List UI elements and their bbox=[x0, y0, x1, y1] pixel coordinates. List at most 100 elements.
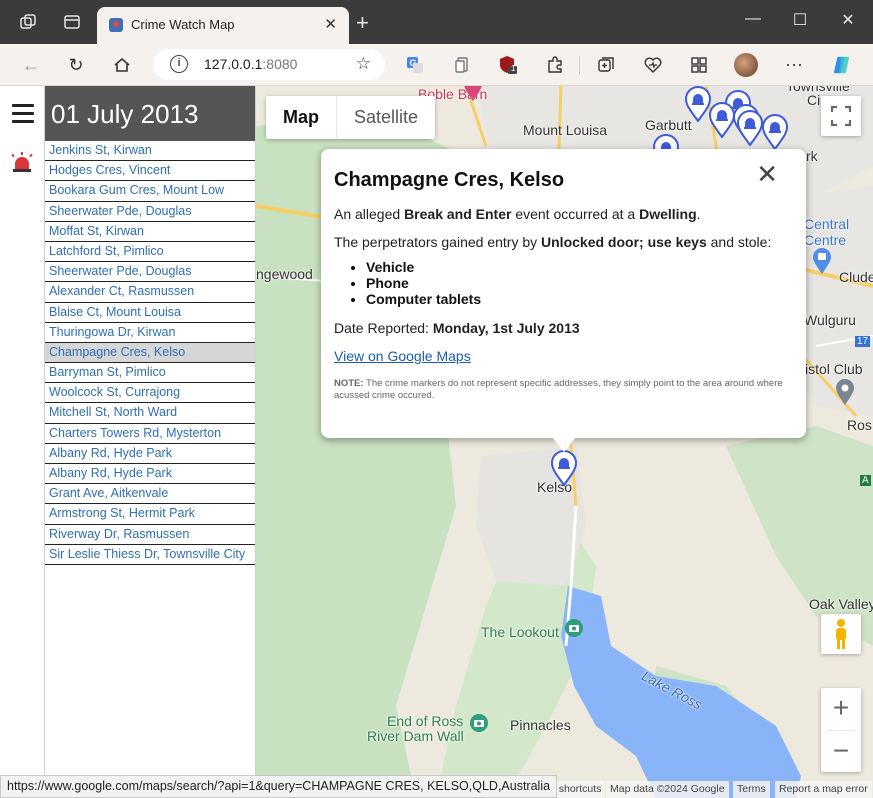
browser-essentials-icon[interactable] bbox=[643, 55, 663, 75]
crime-list-item[interactable]: Hodges Cres, Vincent bbox=[45, 161, 255, 182]
crime-list-item[interactable]: Latchford St, Pimlico bbox=[45, 242, 255, 263]
crime-list-item[interactable]: Bookara Gum Cres, Mount Low bbox=[45, 181, 255, 202]
crime-marker-icon[interactable] bbox=[736, 110, 764, 147]
popup-close-icon[interactable]: ✕ bbox=[756, 161, 778, 187]
crime-list-item[interactable]: Moffat St, Kirwan bbox=[45, 222, 255, 242]
collections-icon[interactable] bbox=[596, 55, 616, 75]
tab-crime-watch-map[interactable]: Crime Watch Map ✕ bbox=[97, 7, 349, 44]
crime-list-item[interactable]: Mitchell St, North Ward bbox=[45, 403, 255, 424]
browser-toolbar: ← ↻ i 127.0.0.1:8080 ☆ G 1 ⋯ bbox=[0, 44, 873, 86]
camera-poi-icon[interactable] bbox=[564, 618, 584, 638]
map-label-river-dam-wall: River Dam Wall bbox=[367, 728, 464, 744]
pink-poi-icon[interactable] bbox=[463, 86, 483, 102]
crime-marker-icon[interactable] bbox=[550, 450, 578, 487]
tab-title: Crime Watch Map bbox=[131, 17, 235, 32]
stolen-item: Vehicle bbox=[366, 259, 793, 275]
tab-actions-icon[interactable] bbox=[61, 11, 83, 33]
minimize-icon[interactable]: — bbox=[743, 10, 763, 28]
status-bar-url: https://www.google.com/maps/search/?api=… bbox=[0, 775, 558, 798]
map-label-wulguru: Wulguru bbox=[804, 312, 856, 328]
popup-premises: Dwelling bbox=[639, 206, 697, 222]
home-icon[interactable] bbox=[110, 53, 134, 77]
crime-list-item[interactable]: Woolcock St, Currajong bbox=[45, 383, 255, 404]
crime-list-item[interactable]: Barryman St, Pimlico bbox=[45, 363, 255, 384]
crime-list-item[interactable]: Alexander Ct, Rasmussen bbox=[45, 282, 255, 303]
map-label-rk: rk bbox=[806, 148, 818, 164]
address-bar[interactable]: i 127.0.0.1:8080 ☆ bbox=[153, 49, 385, 80]
new-tab-icon[interactable]: + bbox=[356, 10, 369, 36]
apps-icon[interactable] bbox=[689, 55, 709, 75]
extensions-puzzle-icon[interactable] bbox=[545, 55, 565, 75]
crime-info-popup: ✕ Champagne Cres, Kelso An alleged Break… bbox=[321, 149, 806, 452]
crime-list-item[interactable]: Riverway Dr, Rasmussen bbox=[45, 525, 255, 545]
translate-icon[interactable]: G bbox=[405, 55, 425, 75]
map-data-attribution: Map data ©2024 Google bbox=[606, 781, 729, 798]
extension-badge: 1 bbox=[511, 64, 516, 73]
zoom-control: + − bbox=[821, 688, 861, 772]
popup-entry-line: The perpetrators gained entry by Unlocke… bbox=[334, 234, 772, 250]
road-shield-17: 17 bbox=[855, 336, 871, 347]
crime-list-item[interactable]: Grant Ave, Aitkenvale bbox=[45, 484, 255, 505]
browser-tab-bar: Crime Watch Map ✕ + — ☐ ✕ bbox=[0, 0, 873, 44]
more-menu-icon[interactable]: ⋯ bbox=[784, 55, 804, 75]
extension-doc-icon[interactable] bbox=[452, 55, 472, 75]
crime-list-item[interactable]: Albany Rd, Hyde Park bbox=[45, 464, 255, 485]
street-view-pegman[interactable] bbox=[821, 614, 861, 654]
popup-date-value: Monday, 1st July 2013 bbox=[432, 320, 580, 336]
toolbar-divider bbox=[579, 56, 580, 74]
profile-avatar[interactable] bbox=[734, 53, 758, 77]
popup-date-line: Date Reported: Monday, 1st July 2013 bbox=[334, 320, 580, 336]
workspaces-icon[interactable] bbox=[17, 11, 39, 33]
crime-list-item[interactable]: Charters Towers Rd, Mysterton bbox=[45, 424, 255, 444]
map-type-satellite-button[interactable]: Satellite bbox=[336, 96, 435, 139]
shopping-poi-icon[interactable] bbox=[812, 247, 832, 275]
map-label-clude: Clude bbox=[839, 269, 873, 285]
maximize-icon[interactable]: ☐ bbox=[790, 10, 810, 30]
app-left-strip bbox=[0, 86, 45, 776]
map-label-pinnacles: Pinnacles bbox=[510, 717, 571, 733]
close-window-icon[interactable]: ✕ bbox=[838, 10, 858, 30]
crime-marker-icon[interactable] bbox=[761, 114, 789, 151]
place-poi-icon[interactable] bbox=[835, 378, 855, 406]
report-map-error-link[interactable]: Report a map error bbox=[775, 781, 872, 798]
zoom-out-button[interactable]: − bbox=[821, 731, 861, 773]
crime-list-item[interactable]: Thuringowa Dr, Kirwan bbox=[45, 323, 255, 343]
close-tab-icon[interactable]: ✕ bbox=[324, 15, 337, 33]
back-icon[interactable]: ← bbox=[19, 53, 43, 77]
siren-alert-icon[interactable] bbox=[11, 152, 33, 172]
address-url: 127.0.0.1:8080 bbox=[204, 56, 298, 72]
copilot-icon[interactable] bbox=[832, 55, 852, 75]
map-label-centre: Centre bbox=[804, 232, 847, 248]
favorite-star-icon[interactable]: ☆ bbox=[356, 54, 371, 74]
hamburger-menu-icon[interactable] bbox=[12, 104, 34, 128]
crime-list-item[interactable]: Sheerwater Pde, Douglas bbox=[45, 202, 255, 222]
google-map[interactable]: Boble Barn Mount Louisa Garbutt Townsvil… bbox=[256, 86, 873, 798]
site-info-icon[interactable]: i bbox=[170, 55, 188, 73]
favicon-icon bbox=[109, 18, 123, 32]
ublock-icon[interactable]: 1 bbox=[498, 55, 518, 75]
map-type-map-button[interactable]: Map bbox=[266, 96, 336, 139]
camera-poi-icon-2[interactable] bbox=[469, 713, 489, 733]
crime-list-item[interactable]: Champagne Cres, Kelso bbox=[45, 342, 255, 364]
crime-list-item[interactable]: Sir Leslie Thiess Dr, Townsville City bbox=[45, 545, 255, 565]
map-label-ngewood: ngewood bbox=[256, 266, 313, 282]
map-label-mount-louisa: Mount Louisa bbox=[523, 122, 608, 138]
crime-marker-icon[interactable] bbox=[708, 102, 736, 139]
map-label-the-lookout: The Lookout bbox=[481, 624, 559, 640]
popup-note: NOTE: The crime markers do not represent… bbox=[334, 378, 783, 401]
map-label-ros: Ros bbox=[847, 417, 872, 433]
popup-event-line: An alleged Break and Enter event occurre… bbox=[334, 206, 701, 222]
fullscreen-icon bbox=[831, 106, 851, 126]
view-on-google-maps-link[interactable]: View on Google Maps bbox=[334, 348, 471, 364]
map-label-central: Central bbox=[804, 216, 850, 232]
map-label-townsville-ci: Ci bbox=[807, 92, 821, 108]
crime-list-item[interactable]: Jenkins St, Kirwan bbox=[45, 141, 255, 162]
crime-list-item[interactable]: Blaise Ct, Mount Louisa bbox=[45, 303, 255, 323]
crime-list-item[interactable]: Albany Rd, Hyde Park bbox=[45, 444, 255, 464]
terms-link[interactable]: Terms bbox=[733, 781, 770, 798]
crime-list-item[interactable]: Sheerwater Pde, Douglas bbox=[45, 262, 255, 283]
crime-list-item[interactable]: Armstrong St, Hermit Park bbox=[45, 504, 255, 525]
fullscreen-button[interactable] bbox=[821, 96, 861, 136]
zoom-in-button[interactable]: + bbox=[821, 688, 861, 730]
reload-icon[interactable]: ↻ bbox=[64, 53, 88, 77]
